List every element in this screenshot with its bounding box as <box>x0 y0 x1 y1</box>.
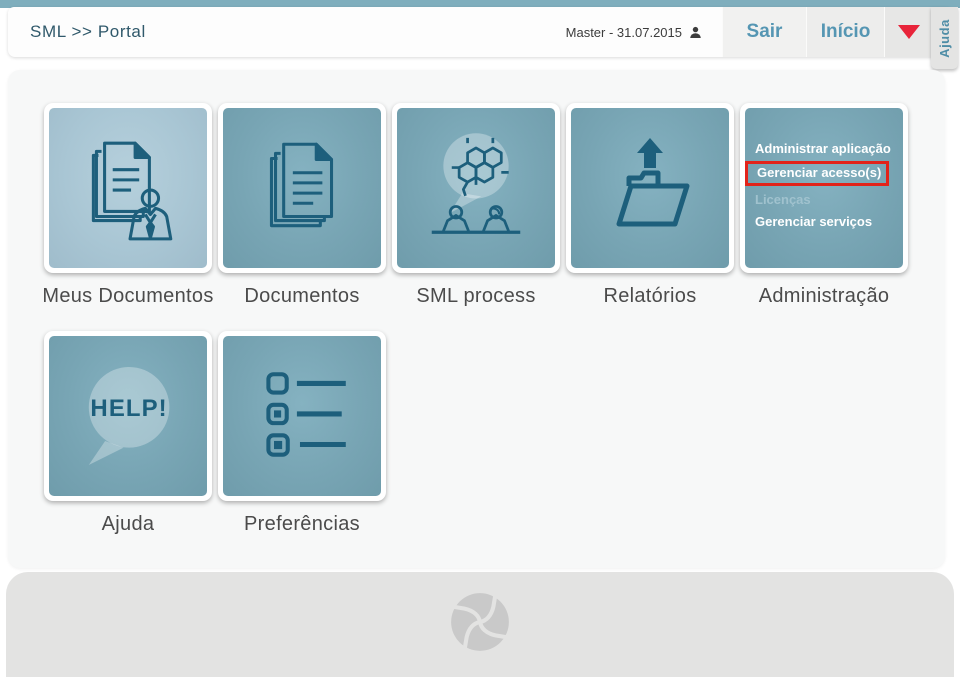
checklist-icon <box>266 372 346 457</box>
documents-person-icon <box>91 141 173 241</box>
ajuda-tab-label: Ajuda <box>937 18 952 58</box>
admin-link-gerenciar-servicos[interactable]: Gerenciar serviços <box>745 211 903 233</box>
tile-documentos[interactable] <box>218 103 386 273</box>
documents-icon <box>269 142 334 228</box>
inicio-button[interactable]: Início <box>806 7 884 57</box>
user-info-label: Master - 31.07.2015 <box>565 24 682 40</box>
highlight-box: Gerenciar acesso(s) <box>745 161 890 186</box>
admin-link-gerenciar-acessos[interactable]: Gerenciar acesso(s) <box>745 160 903 189</box>
main-panel: Administrar aplicação Gerenciar acesso(s… <box>8 70 945 568</box>
admin-link-administrar-aplicacao[interactable]: Administrar aplicação <box>745 138 903 160</box>
tile-label-relatorios: Relatórios <box>603 285 697 307</box>
footer <box>6 572 954 677</box>
header-bar: SML >> Portal Master - 31.07.2015 Sair I… <box>8 7 952 57</box>
molecule-chat-icon <box>431 133 521 234</box>
tile-label-administracao: Administração <box>758 285 890 307</box>
user-icon <box>690 26 701 38</box>
tile-label-documentos: Documentos <box>244 285 360 307</box>
tile-preferencias[interactable] <box>218 331 386 501</box>
folder-upload-icon <box>616 138 690 227</box>
help-bubble-icon: HELP! <box>88 366 170 466</box>
tile-ajuda[interactable]: HELP! <box>44 331 212 501</box>
admin-link-licencas: Licenças <box>755 192 811 207</box>
tile-sml-process[interactable] <box>392 103 560 273</box>
user-info: Master - 31.07.2015 <box>566 7 702 57</box>
red-triangle-down-icon <box>898 25 920 39</box>
ajuda-side-tab[interactable]: Ajuda <box>931 7 958 69</box>
portal-page: SML >> Portal Master - 31.07.2015 Sair I… <box>0 0 960 677</box>
tile-label-ajuda: Ajuda <box>101 513 155 535</box>
tile-relatorios[interactable] <box>566 103 734 273</box>
admin-links: Administrar aplicação Gerenciar acesso(s… <box>745 138 903 233</box>
tile-label-sml-process: SML process <box>416 285 536 307</box>
sair-button[interactable]: Sair <box>722 7 806 57</box>
help-bubble-text: HELP! <box>90 395 167 422</box>
tile-administracao[interactable]: Administrar aplicação Gerenciar acesso(s… <box>740 103 908 273</box>
dropdown-caret-button[interactable] <box>884 7 933 57</box>
tile-label-meus-documentos: Meus Documentos <box>42 285 214 307</box>
aperture-logo-icon <box>450 592 510 652</box>
tile-label-preferencias: Preferências <box>244 513 360 535</box>
breadcrumb[interactable]: SML >> Portal <box>30 7 146 57</box>
tile-meus-documentos[interactable] <box>44 103 212 273</box>
